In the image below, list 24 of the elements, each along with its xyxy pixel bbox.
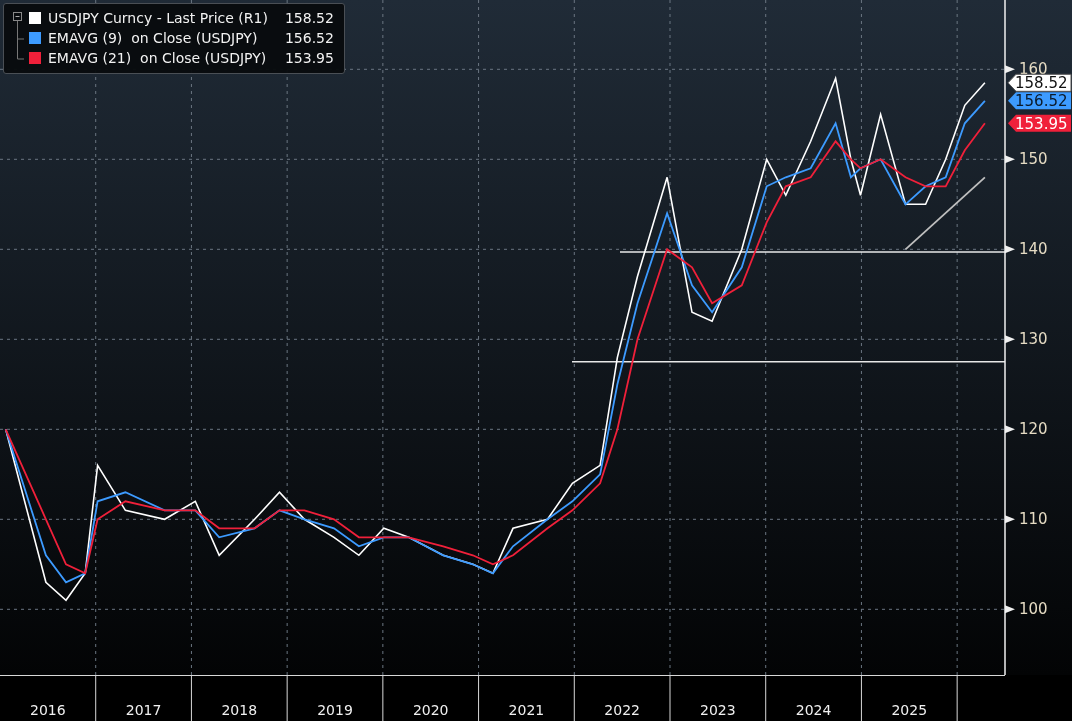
axis-label: 2018 [221,702,258,718]
axis-label: 2022 [604,702,640,718]
axis-label: 2020 [412,702,449,718]
axis-label: 2023 [700,702,736,718]
axis-label: 2019 [317,702,353,718]
legend-label: USDJPY Curncy - Last Price (R1) [48,10,268,26]
axis-label: 120 [1019,419,1048,438]
axis-label: 2024 [795,702,832,718]
axis-label: 2021 [508,702,545,718]
price-tag: 158.52 [1007,73,1072,93]
axis-label: 2016 [30,702,66,718]
axis-label: 140 [1019,239,1048,258]
axis-label: 130 [1019,329,1048,348]
legend-value: 153.95 [283,50,334,66]
axis-label: 110 [1019,509,1048,528]
legend-value: 156.52 [283,30,334,46]
price-tag: 156.52 [1008,92,1071,111]
legend-value: 158.52 [283,10,334,26]
axis-label: 150 [1019,149,1048,168]
axis-label: 2025 [891,702,928,718]
axis-label: 100 [1019,599,1048,618]
legend-label: EMAVG (9) on Close (USDJPY) [48,30,259,46]
axis-label: 2017 [125,702,162,718]
legend-label: EMAVG (21) on Close (USDJPY) [48,50,268,66]
